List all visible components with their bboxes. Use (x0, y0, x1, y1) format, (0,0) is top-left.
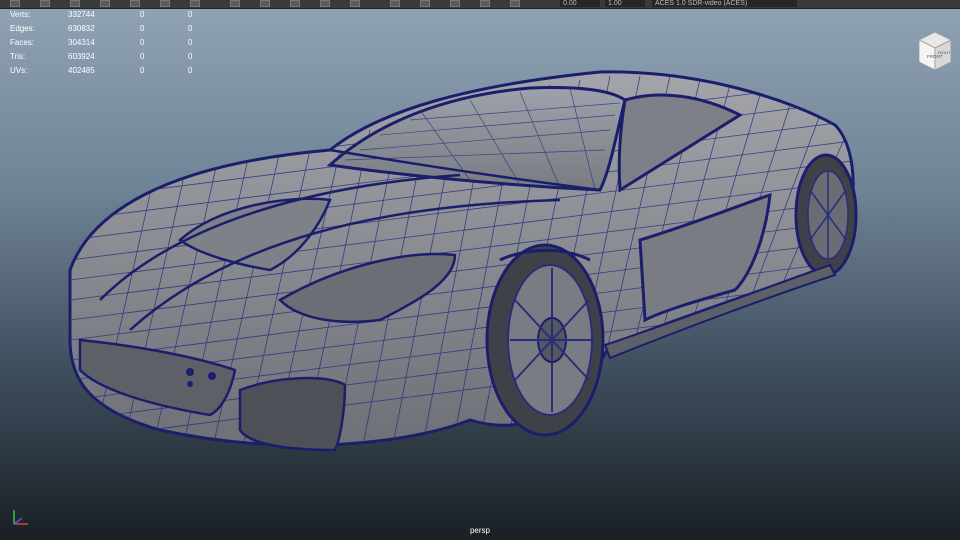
viewcube-right-label: RIGHT (938, 50, 951, 55)
lower-intake (238, 376, 347, 452)
rear-wheel (794, 153, 858, 277)
viewport-persp[interactable]: 0.00 1.00 ACES 1.0 SDR-video (ACES) Vert… (0, 0, 960, 540)
camera-name-label: persp (469, 526, 490, 535)
car-model-wireframe[interactable] (0, 0, 960, 540)
viewcube[interactable]: FRONT RIGHT (915, 30, 955, 72)
front-wheel (485, 243, 605, 437)
